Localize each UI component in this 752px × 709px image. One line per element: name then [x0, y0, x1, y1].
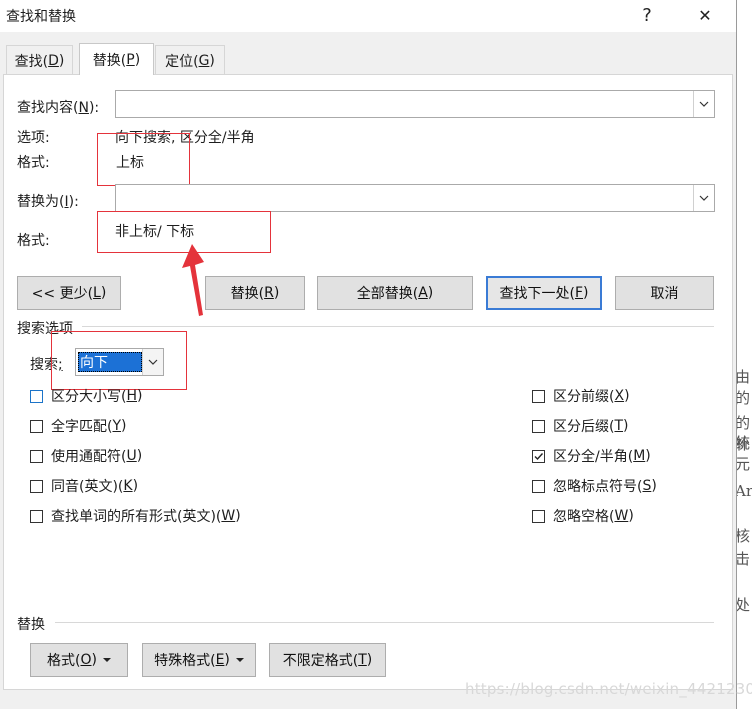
no-formatting-button[interactable]: 不限定格式(T)	[269, 643, 386, 677]
divider	[82, 326, 714, 327]
help-button[interactable]: ?	[624, 0, 670, 30]
checkbox-whole-word[interactable]: 全字匹配(Y)	[30, 415, 127, 437]
background-text: 统元	[737, 434, 751, 473]
window-title: 查找和替换	[6, 9, 76, 25]
checkbox[interactable]	[30, 479, 43, 493]
background-text: 由的	[737, 368, 751, 407]
background-text: 击	[737, 550, 751, 568]
replace-format-label: 格式:	[17, 233, 50, 249]
checkbox-all-word-forms[interactable]: 查找单词的所有形式(英文)(W)	[30, 505, 241, 527]
annotation-box	[97, 133, 190, 186]
background-document-strip: 由的 的补 统元 Art 核 击 处	[737, 0, 752, 709]
checkbox[interactable]	[30, 389, 43, 403]
watermark: https://blog.csdn.net/weixin_44212308	[465, 680, 752, 698]
less-button[interactable]: << 更少(L)	[17, 276, 121, 310]
checkbox-match-prefix[interactable]: 区分前缀(X)	[532, 385, 630, 407]
tab-find[interactable]: 查找(D)	[6, 45, 73, 75]
checkbox-full-half-width[interactable]: 区分全/半角(M)	[532, 445, 651, 467]
background-text: 核	[737, 527, 751, 545]
help-icon: ?	[642, 4, 652, 26]
checkbox-sounds-like[interactable]: 同音(英文)(K)	[30, 475, 138, 497]
checkbox-match-case[interactable]: 区分大小写(H)	[30, 385, 142, 407]
special-format-button[interactable]: 特殊格式(E)	[142, 643, 256, 677]
find-label: 查找内容(N):	[17, 100, 100, 116]
checkbox[interactable]	[30, 419, 43, 433]
close-button[interactable]: ✕	[682, 0, 728, 30]
replace-button[interactable]: 替换(R)	[205, 276, 305, 310]
cancel-button[interactable]: 取消	[615, 276, 714, 310]
find-format-label: 格式:	[17, 155, 50, 171]
replace-section-label: 替换	[17, 617, 45, 633]
options-label: 选项:	[17, 130, 50, 146]
find-next-button[interactable]: 查找下一处(F)	[486, 276, 602, 310]
checkbox-ignore-punctuation[interactable]: 忽略标点符号(S)	[532, 475, 657, 497]
background-text: 处	[737, 596, 751, 614]
checkbox[interactable]	[532, 479, 545, 493]
checkmark-icon	[534, 452, 544, 460]
checkbox-checked[interactable]	[532, 449, 545, 463]
caret-down-icon	[235, 658, 244, 662]
chevron-down-icon[interactable]	[693, 91, 714, 117]
checkbox-wildcards[interactable]: 使用通配符(U)	[30, 445, 142, 467]
title-bar: 查找和替换 ? ✕	[0, 0, 737, 32]
annotation-box	[51, 331, 187, 390]
replace-input[interactable]	[115, 184, 715, 212]
format-dropdown-button[interactable]: 格式(O)	[30, 643, 128, 677]
chevron-down-icon[interactable]	[693, 185, 714, 211]
checkbox[interactable]	[30, 449, 43, 463]
checkbox[interactable]	[532, 419, 545, 433]
replace-all-button[interactable]: 全部替换(A)	[317, 276, 473, 310]
background-text: Art	[737, 482, 752, 500]
replace-label: 替换为(I):	[17, 194, 79, 210]
caret-down-icon	[102, 658, 111, 662]
checkbox[interactable]	[532, 389, 545, 403]
checkbox[interactable]	[532, 509, 545, 523]
find-input[interactable]	[115, 90, 715, 118]
checkbox-ignore-spaces[interactable]: 忽略空格(W)	[532, 505, 634, 527]
checkbox-match-suffix[interactable]: 区分后缀(T)	[532, 415, 629, 437]
checkbox[interactable]	[30, 509, 43, 523]
close-icon: ✕	[698, 5, 712, 25]
divider	[55, 622, 714, 623]
tab-goto[interactable]: 定位(G)	[155, 45, 225, 75]
tab-replace[interactable]: 替换(P)	[79, 43, 154, 75]
